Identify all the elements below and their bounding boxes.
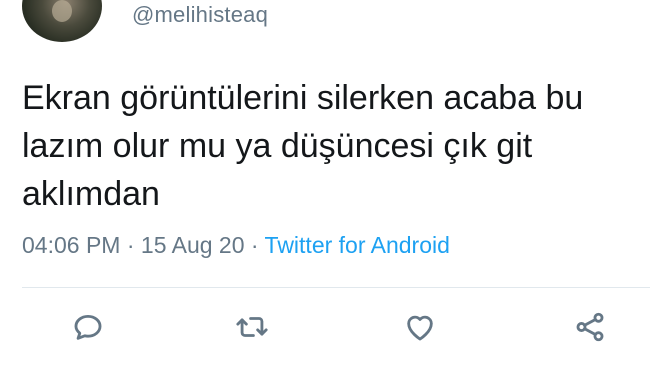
avatar[interactable] xyxy=(22,0,102,42)
tweet-date: 15 Aug 20 xyxy=(140,232,245,258)
meta-separator: · xyxy=(120,232,141,258)
tweet-time: 04:06 PM xyxy=(22,232,121,258)
retweet-button[interactable] xyxy=(230,305,274,349)
meta-separator: · xyxy=(244,232,265,258)
share-button[interactable] xyxy=(568,305,612,349)
heart-icon xyxy=(407,315,433,341)
tweet-source-link[interactable]: Twitter for Android xyxy=(265,232,450,258)
tweet-meta: 04:06 PM · 15 Aug 20 · Twitter for Andro… xyxy=(22,232,450,259)
tweet-actions-bar xyxy=(0,305,672,349)
user-handle[interactable]: @melihisteaq xyxy=(132,2,268,28)
reply-icon xyxy=(74,314,102,340)
retweet-icon xyxy=(236,317,268,337)
divider xyxy=(22,287,650,288)
tweet-text: Ekran görüntülerini silerken acaba bu la… xyxy=(22,79,584,213)
like-button[interactable] xyxy=(398,305,442,349)
avatar-photo xyxy=(52,0,72,22)
reply-button[interactable] xyxy=(66,305,110,349)
share-icon xyxy=(576,312,604,342)
